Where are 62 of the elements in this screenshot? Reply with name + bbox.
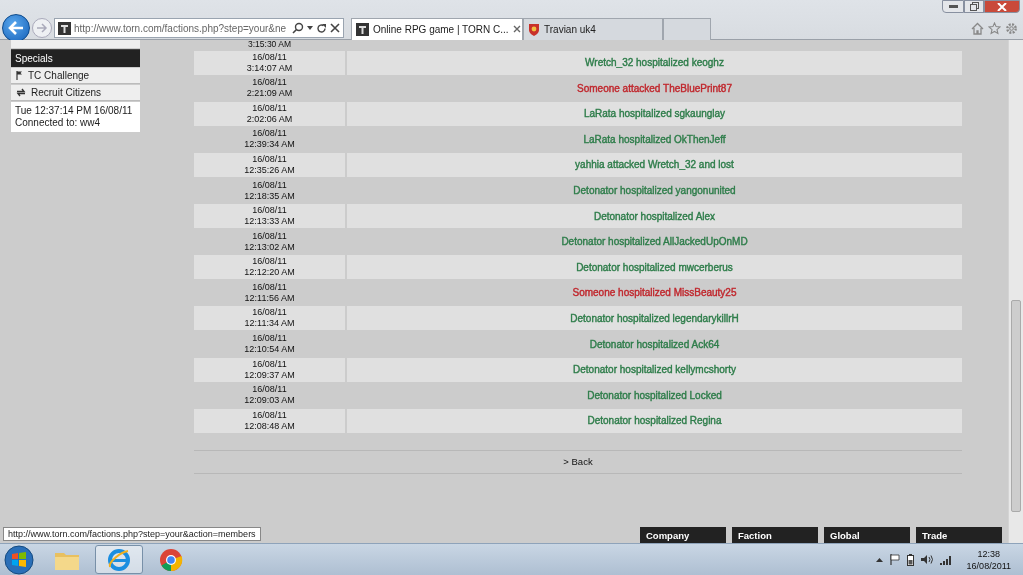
time-text: 12:09:37 AM <box>244 369 295 381</box>
date-text: 16/08/11 <box>252 409 287 421</box>
date-text: 16/08/11 <box>252 384 287 396</box>
time-text: 12:18:35 AM <box>244 190 295 202</box>
time-text: 2:21:09 AM <box>246 88 293 100</box>
clock-time: 12:38 <box>977 547 1001 560</box>
event-text: Detonator hospitalized AllJackedUpOnMD <box>561 236 748 248</box>
browser-tab[interactable]: Travian uk4 <box>523 17 663 40</box>
connection-text: Connected to: ww4 <box>15 116 102 129</box>
sidebar-item[interactable]: Recruit Citizens <box>11 84 140 101</box>
event-text: Wretch_32 hospitalized keoghz <box>585 57 724 69</box>
time-text: 12:35:26 AM <box>244 164 295 176</box>
section-header: Specials <box>11 48 140 67</box>
browser-tab[interactable]: Online RPG game | TORN C... <box>351 17 523 40</box>
date-text: 16/08/11 <box>252 77 287 89</box>
event-text: Someone hospitalized MissBeauty25 <box>572 287 737 299</box>
event-text: LaRata hospitalized OkThenJeff <box>583 133 726 145</box>
chat-tab[interactable]: Faction <box>732 527 818 544</box>
chat-tab[interactable]: Company <box>640 527 726 544</box>
time-text: 3:15:30 AM <box>248 39 291 49</box>
time-text: 3:14:07 AM <box>246 62 293 74</box>
event-text: Detonator hospitalized yangonunited <box>573 185 736 196</box>
date-text: 16/08/11 <box>252 333 287 345</box>
date-text: 16/08/11 <box>252 128 287 140</box>
event-text: Detonator hospitalized Regina <box>587 415 722 427</box>
time-text: 12:11:34 AM <box>244 318 295 330</box>
event-text: yahhia attacked Wretch_32 and lost <box>575 159 734 171</box>
event-text: LaRata hospitalized sgkaunglay <box>583 108 726 120</box>
date-text: 16/08/11 <box>252 51 287 63</box>
time-text: 12:12:20 AM <box>244 267 295 279</box>
date-text: 16/08/11 <box>252 230 287 242</box>
clock-date: 16/08/2011 <box>966 559 1011 572</box>
date-text: 16/08/11 <box>252 205 287 217</box>
chat-tab[interactable]: Global <box>824 527 910 544</box>
time-text: 2:02:06 AM <box>246 113 293 125</box>
date-text: 16/08/11 <box>252 153 287 165</box>
time-text: 12:13:02 AM <box>244 241 295 253</box>
event-text: Detonator hospitalized legendarykillrH <box>570 312 739 324</box>
event-text: Detonator hospitalized Alex <box>593 210 716 222</box>
date-text: 16/08/11 <box>252 358 287 370</box>
event-text: Someone attacked TheBluePrint87 <box>577 82 732 94</box>
chat-tab[interactable]: Trade <box>916 527 1002 544</box>
time-text: 12:39:34 AM <box>244 139 295 151</box>
address-bar[interactable]: http://www.torn.com/factions.php?step=your&ne <box>54 18 344 38</box>
clock-text: Tue 12:37:14 PM 16/08/11 <box>15 104 134 117</box>
back-link[interactable]: > Back <box>563 456 593 468</box>
time-text: 12:10:54 AM <box>244 344 295 356</box>
date-text: 16/08/11 <box>252 256 287 268</box>
event-text: Detonator hospitalized mwcerberus <box>576 261 733 273</box>
time-text: 12:11:56 AM <box>244 292 295 304</box>
time-text: 12:09:03 AM <box>244 395 295 407</box>
event-text: Detonator hospitalized Locked <box>587 389 722 401</box>
event-text: Detonator hospitalized Ack64 <box>589 338 720 350</box>
time-text: 12:08:48 AM <box>244 420 295 432</box>
event-text: Detonator hospitalized kellymcshorty <box>573 364 736 376</box>
date-text: 16/08/11 <box>252 102 287 114</box>
date-text: 16/08/11 <box>252 307 287 319</box>
date-text: 16/08/11 <box>252 179 287 191</box>
time-text: 12:13:33 AM <box>244 216 295 228</box>
date-text: 16/08/11 <box>252 281 287 293</box>
sidebar-item[interactable]: TC Challenge <box>11 67 140 84</box>
status-url: http://www.torn.com/factions.php?step=your&action=members <box>3 527 261 542</box>
